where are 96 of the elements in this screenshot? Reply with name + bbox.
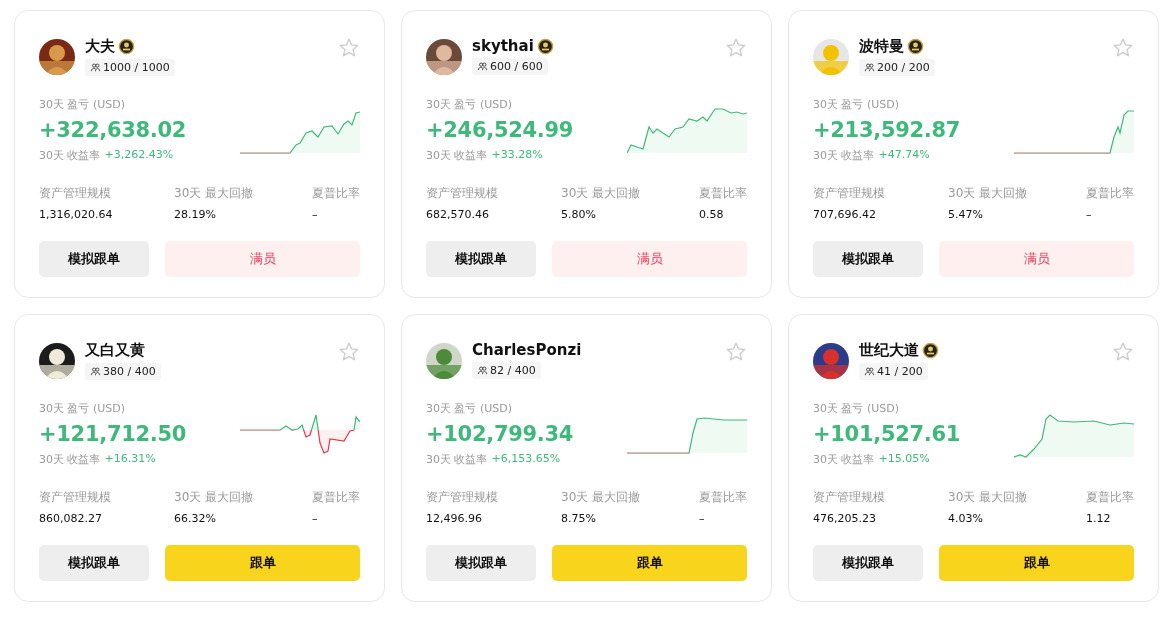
pnl-label: 30天 盈亏 (USD) — [426, 97, 514, 112]
stat-value: 5.47% — [948, 208, 984, 221]
member-count: 380 / 400 — [85, 363, 161, 380]
pnl-label: 30天 盈亏 (USD) — [813, 97, 901, 112]
pnl-value: +121,712.50 — [39, 422, 188, 446]
trader-name: skythai — [472, 37, 534, 55]
roi-value: +3,262.43% — [104, 148, 174, 163]
demo-follow-button[interactable]: 模拟跟单 — [426, 241, 536, 277]
stat-label: 30天 最大回撤 — [174, 185, 255, 202]
stat-label: 资产管理规模 — [813, 489, 886, 506]
roi-value: +47.74% — [878, 148, 930, 163]
roi-label: 30天 收益率 — [39, 452, 101, 467]
member-count: 82 / 400 — [472, 362, 541, 379]
full-button[interactable]: 满员 — [165, 241, 360, 277]
stat-value: 5.80% — [561, 208, 597, 221]
stat-label: 资产管理规模 — [39, 489, 112, 506]
stat-value: – — [699, 512, 706, 525]
pnl-value: +213,592.87 — [813, 118, 962, 142]
star-icon[interactable] — [1112, 37, 1134, 59]
stat-label: 夏普比率 — [1086, 185, 1134, 202]
people-icon — [90, 366, 101, 377]
member-count: 600 / 600 — [472, 58, 548, 75]
stat-label: 夏普比率 — [699, 185, 747, 202]
stat-value: 707,696.42 — [813, 208, 877, 221]
stat-label: 资产管理规模 — [426, 185, 499, 202]
demo-follow-button[interactable]: 模拟跟单 — [39, 241, 149, 277]
stat-value: 28.19% — [174, 208, 217, 221]
stat-value: 682,570.46 — [426, 208, 490, 221]
pnl-label: 30天 盈亏 (USD) — [39, 97, 127, 112]
stat-value: 12,496.96 — [426, 512, 483, 525]
stat-value: 66.32% — [174, 512, 217, 525]
roi-label: 30天 收益率 — [426, 452, 488, 467]
stat-label: 夏普比率 — [312, 185, 360, 202]
roi-label: 30天 收益率 — [813, 452, 875, 467]
follow-button[interactable]: 跟单 — [165, 545, 360, 581]
roi-value: +16.31% — [104, 452, 156, 467]
pnl-label: 30天 盈亏 (USD) — [813, 401, 901, 416]
trader-name: 波特曼 — [859, 37, 904, 56]
star-icon[interactable] — [338, 37, 360, 59]
roi-value: +33.28% — [491, 148, 543, 163]
follow-button[interactable]: 跟单 — [939, 545, 1134, 581]
stat-value: – — [1086, 208, 1093, 221]
pnl-label: 30天 盈亏 (USD) — [39, 401, 127, 416]
stat-label: 30天 最大回撤 — [561, 489, 642, 506]
stat-label: 夏普比率 — [699, 489, 747, 506]
people-icon — [90, 62, 101, 73]
stat-value: 860,082.27 — [39, 512, 103, 525]
stat-label: 资产管理规模 — [39, 185, 112, 202]
star-icon[interactable] — [725, 341, 747, 363]
demo-follow-button[interactable]: 模拟跟单 — [426, 545, 536, 581]
stat-value: 4.03% — [948, 512, 984, 525]
stat-value: 0.58 — [699, 208, 725, 221]
demo-follow-button[interactable]: 模拟跟单 — [813, 545, 923, 581]
people-icon — [477, 61, 488, 72]
pnl-value: +246,524.99 — [426, 118, 575, 142]
pnl-value: +322,638.02 — [39, 118, 188, 142]
trader-name: 大夫 — [85, 37, 115, 56]
full-button[interactable]: 满员 — [552, 241, 747, 277]
stat-value: – — [312, 512, 319, 525]
member-count: 200 / 200 — [859, 59, 935, 76]
stat-value: 1,316,020.64 — [39, 208, 114, 221]
pnl-value: +102,799.34 — [426, 422, 575, 446]
stat-label: 30天 最大回撤 — [948, 185, 1029, 202]
people-icon — [864, 62, 875, 73]
stat-label: 30天 最大回撤 — [174, 489, 255, 506]
pnl-value: +101,527.61 — [813, 422, 962, 446]
stat-label: 夏普比率 — [1086, 489, 1134, 506]
pnl-label: 30天 盈亏 (USD) — [426, 401, 514, 416]
full-button[interactable]: 满员 — [939, 241, 1134, 277]
roi-label: 30天 收益率 — [39, 148, 101, 163]
star-icon[interactable] — [725, 37, 747, 59]
roi-label: 30天 收益率 — [813, 148, 875, 163]
stat-value: – — [312, 208, 319, 221]
stat-label: 30天 最大回撤 — [948, 489, 1029, 506]
people-icon — [477, 365, 488, 376]
roi-label: 30天 收益率 — [426, 148, 488, 163]
demo-follow-button[interactable]: 模拟跟单 — [813, 241, 923, 277]
stat-value: 476,205.23 — [813, 512, 877, 525]
trader-name: 又白又黄 — [85, 341, 145, 360]
star-icon[interactable] — [1112, 341, 1134, 363]
demo-follow-button[interactable]: 模拟跟单 — [39, 545, 149, 581]
stat-label: 资产管理规模 — [426, 489, 499, 506]
stat-value: 1.12 — [1086, 512, 1112, 525]
roi-value: +6,153.65% — [491, 452, 561, 467]
member-count: 1000 / 1000 — [85, 59, 175, 76]
roi-value: +15.05% — [878, 452, 930, 467]
trader-name: 世纪大道 — [859, 341, 919, 360]
stat-label: 资产管理规模 — [813, 185, 886, 202]
people-icon — [864, 366, 875, 377]
stat-label: 夏普比率 — [312, 489, 360, 506]
stat-value: 8.75% — [561, 512, 597, 525]
follow-button[interactable]: 跟单 — [552, 545, 747, 581]
stat-label: 30天 最大回撤 — [561, 185, 642, 202]
trader-name: CharlesPonzi — [472, 341, 582, 359]
member-count: 41 / 200 — [859, 363, 928, 380]
star-icon[interactable] — [338, 341, 360, 363]
